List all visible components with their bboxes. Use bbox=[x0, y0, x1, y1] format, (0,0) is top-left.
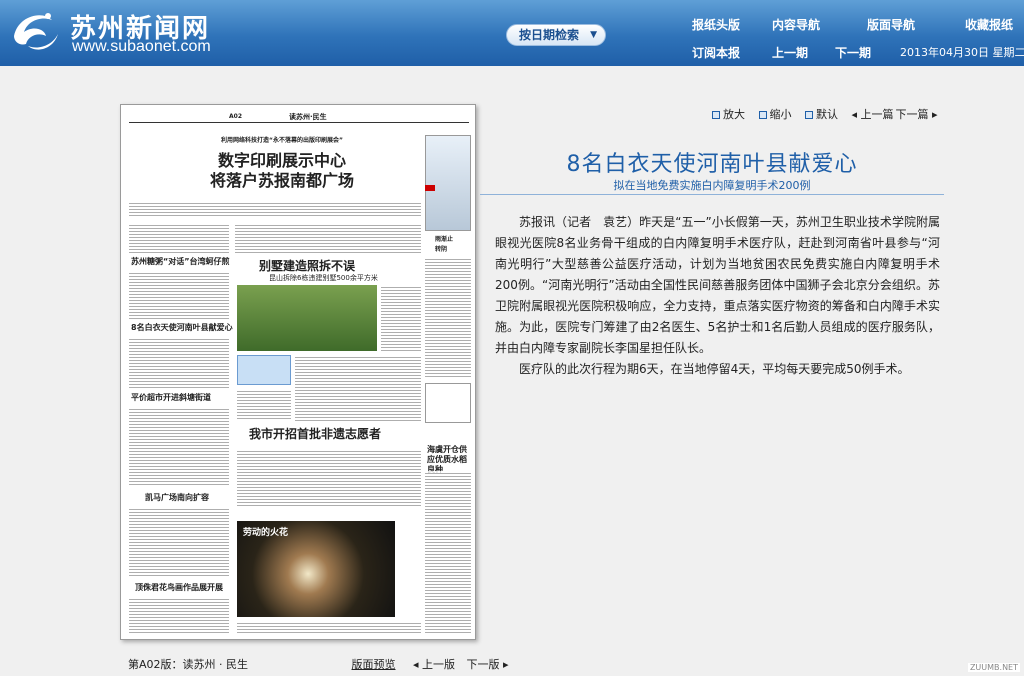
page-footer: 第A02版：读苏州 · 民生 版面预览 ◂ 上一版 下一版 ▸ bbox=[128, 656, 509, 672]
story-headline[interactable]: 8名白衣天使河南叶县献爱心 bbox=[131, 323, 233, 333]
text-block bbox=[129, 507, 229, 577]
weather-text: 雨渐止 bbox=[435, 235, 454, 245]
prev-page-link[interactable]: ◂ 上一版 bbox=[413, 658, 455, 671]
watermark: ZUUMB.NET bbox=[967, 663, 1020, 672]
ad-badge bbox=[425, 185, 435, 191]
story-headline[interactable]: 顶侏君花鸟画作品展开展 bbox=[135, 583, 223, 593]
text-block bbox=[129, 271, 229, 319]
article-toolbar: 放大 缩小 默认 ◂ 上一篇 下一篇 ▸ bbox=[712, 106, 948, 122]
nav-prev-issue[interactable]: 上一期 bbox=[772, 44, 808, 61]
article-paragraph: 医疗队的此次行程为期6天，在当地停留4天，平均每天要完成50例手术。 bbox=[519, 362, 910, 376]
nav-next-issue[interactable]: 下一期 bbox=[835, 44, 871, 61]
weather-text: 转阴 bbox=[435, 245, 448, 255]
text-block bbox=[235, 223, 421, 253]
page-bar: A02 读苏州·民生 bbox=[129, 113, 469, 123]
nav-subscribe[interactable]: 订阅本报 bbox=[692, 44, 740, 61]
site-header: 苏州新闻网 www.subaonet.com 按日期检索 ▼ 报纸头版 内容导航… bbox=[0, 0, 1024, 66]
text-block bbox=[129, 223, 229, 253]
story-headline[interactable]: 平价超市开进斜塘街道 bbox=[131, 393, 211, 403]
issue-date: 2013年04月30日 星期二 bbox=[900, 46, 1024, 59]
article-body: 苏报讯（记者 袁艺）昨天是“五一”小长假第一天，苏州卫生职业技术学院附属眼视光医… bbox=[495, 212, 940, 380]
page-number: A02 bbox=[229, 113, 242, 120]
text-block bbox=[129, 597, 229, 633]
zoom-out-button[interactable]: 缩小 bbox=[758, 108, 792, 121]
ad-box[interactable] bbox=[237, 355, 291, 385]
np-kicker: 利用网络科技打造“永不落幕的出版印刷展会” bbox=[221, 137, 343, 144]
date-search-label: 按日期检索 bbox=[519, 28, 580, 42]
news-photo[interactable] bbox=[237, 285, 377, 351]
next-page-link[interactable]: 下一版 ▸ bbox=[467, 658, 509, 671]
prev-article-link[interactable]: ◂ 上一篇 bbox=[852, 108, 894, 121]
newspaper-page-image[interactable]: A02 读苏州·民生 利用网络科技打造“永不落幕的出版印刷展会” 数字印刷展示中… bbox=[120, 104, 476, 640]
story-headline[interactable]: 别墅建造照拆不误 bbox=[259, 257, 356, 274]
next-article-link[interactable]: 下一篇 ▸ bbox=[896, 108, 938, 121]
logo-icon[interactable] bbox=[8, 6, 62, 54]
story-headline[interactable]: 凯马广场南向扩容 bbox=[145, 493, 209, 503]
current-page-label: 第A02版：读苏州 · 民生 bbox=[128, 658, 249, 671]
photo-title: 劳动的火花 bbox=[243, 528, 289, 538]
article-subtitle: 拟在当地免费实施白内障复明手术200例 bbox=[613, 179, 811, 192]
nav-front-page[interactable]: 报纸头版 bbox=[692, 16, 740, 33]
text-block bbox=[237, 449, 421, 507]
story-headline[interactable]: 苏州糖粥“对话”台湾蚵仔煎 bbox=[131, 257, 230, 267]
text-block bbox=[425, 471, 471, 635]
text-block bbox=[381, 285, 421, 351]
nav-content[interactable]: 内容导航 bbox=[772, 16, 820, 33]
text-block bbox=[237, 389, 291, 421]
zoom-default-button[interactable]: 默认 bbox=[805, 108, 838, 121]
content-area: A02 读苏州·民生 利用网络科技打造“永不落幕的出版印刷展会” 数字印刷展示中… bbox=[0, 66, 1024, 676]
plus-icon bbox=[712, 111, 720, 119]
np-headline[interactable]: 数字印刷展示中心 将落户苏报南都广场 bbox=[177, 151, 387, 191]
text-block bbox=[129, 337, 229, 389]
news-photo[interactable]: 劳动的火花 bbox=[237, 521, 395, 617]
data-table bbox=[425, 383, 471, 423]
reset-icon bbox=[805, 111, 813, 119]
nav-favorite[interactable]: 收藏报纸 bbox=[965, 16, 1013, 33]
article-title: 8名白衣天使河南叶县献爱心 bbox=[566, 152, 858, 177]
site-url[interactable]: www.subaonet.com bbox=[72, 38, 211, 56]
text-block bbox=[129, 201, 421, 217]
chevron-down-icon: ▼ bbox=[590, 30, 597, 40]
date-search-dropdown[interactable]: 按日期检索 ▼ bbox=[506, 24, 606, 46]
zoom-in-button[interactable]: 放大 bbox=[712, 108, 745, 121]
text-block bbox=[237, 621, 421, 635]
article-paragraph: 苏报讯（记者 袁艺）昨天是“五一”小长假第一天，苏州卫生职业技术学院附属眼视光医… bbox=[495, 215, 940, 355]
nav-layout[interactable]: 版面导航 bbox=[867, 16, 915, 33]
ad-building-image[interactable] bbox=[425, 135, 471, 231]
text-block bbox=[295, 355, 421, 421]
divider bbox=[480, 194, 944, 195]
story-headline[interactable]: 我市开招首批非遗志愿者 bbox=[249, 425, 382, 442]
photo-caption: 昆山拆除6栋违建别墅500余平方米 bbox=[269, 273, 378, 283]
page-preview-link[interactable]: 版面预览 bbox=[352, 658, 396, 671]
text-block bbox=[129, 407, 229, 487]
page-section: 读苏州·民生 bbox=[289, 113, 327, 121]
minus-icon bbox=[758, 111, 767, 119]
text-block bbox=[425, 257, 471, 377]
